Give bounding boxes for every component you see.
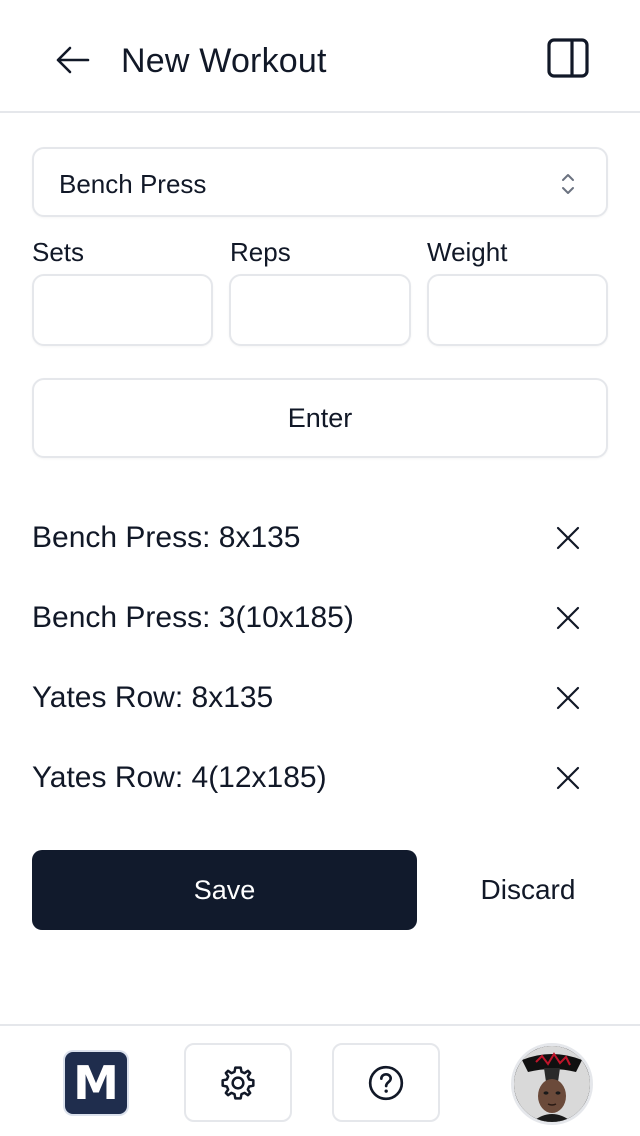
exercise-select-value: Bench Press: [59, 169, 207, 199]
gear-icon: [221, 1065, 255, 1100]
sets-label: Sets: [32, 237, 85, 267]
entry-text: Yates Row: 8x135: [32, 681, 274, 714]
remove-entry-button[interactable]: [550, 520, 586, 556]
sidebar-toggle-button[interactable]: [540, 32, 596, 84]
entry-text: Yates Row: 4(12x185): [32, 761, 327, 794]
help-button[interactable]: [332, 1043, 440, 1122]
close-icon: [556, 526, 580, 550]
close-icon: [556, 606, 580, 630]
top-bar: New Workout: [0, 0, 640, 113]
remove-entry-button[interactable]: [550, 760, 586, 796]
save-button[interactable]: Save: [32, 850, 417, 930]
reps-input[interactable]: [229, 274, 411, 346]
list-item: Bench Press: 8x135: [32, 508, 608, 568]
weight-label: Weight: [427, 237, 508, 267]
sidebar-panel-icon: [547, 38, 589, 78]
user-avatar[interactable]: [511, 1043, 593, 1125]
reps-label: Reps: [230, 237, 291, 267]
avatar-image: [514, 1046, 590, 1122]
page-title: New Workout: [121, 42, 327, 80]
settings-button[interactable]: [184, 1043, 292, 1122]
list-item: Yates Row: 8x135: [32, 668, 608, 728]
list-item: Bench Press: 3(10x185): [32, 588, 608, 648]
chevron-up-down-icon: [562, 174, 574, 194]
help-circle-icon: [368, 1065, 404, 1100]
exercise-select[interactable]: Bench Press: [32, 147, 608, 217]
entry-text: Bench Press: 3(10x185): [32, 601, 354, 634]
back-button[interactable]: [48, 38, 96, 82]
remove-entry-button[interactable]: [550, 600, 586, 636]
app-logo[interactable]: M: [65, 1052, 127, 1114]
enter-button[interactable]: Enter: [32, 378, 608, 458]
sets-input[interactable]: [32, 274, 213, 346]
list-item: Yates Row: 4(12x185): [32, 748, 608, 808]
arrow-left-icon: [56, 46, 90, 74]
close-icon: [556, 686, 580, 710]
weight-input[interactable]: [427, 274, 608, 346]
entry-text: Bench Press: 8x135: [32, 521, 301, 554]
remove-entry-button[interactable]: [550, 680, 586, 716]
logo-letter: M: [73, 1056, 119, 1110]
bottom-nav: M: [0, 1024, 640, 1136]
close-icon: [556, 766, 580, 790]
discard-button[interactable]: Discard: [440, 850, 616, 930]
